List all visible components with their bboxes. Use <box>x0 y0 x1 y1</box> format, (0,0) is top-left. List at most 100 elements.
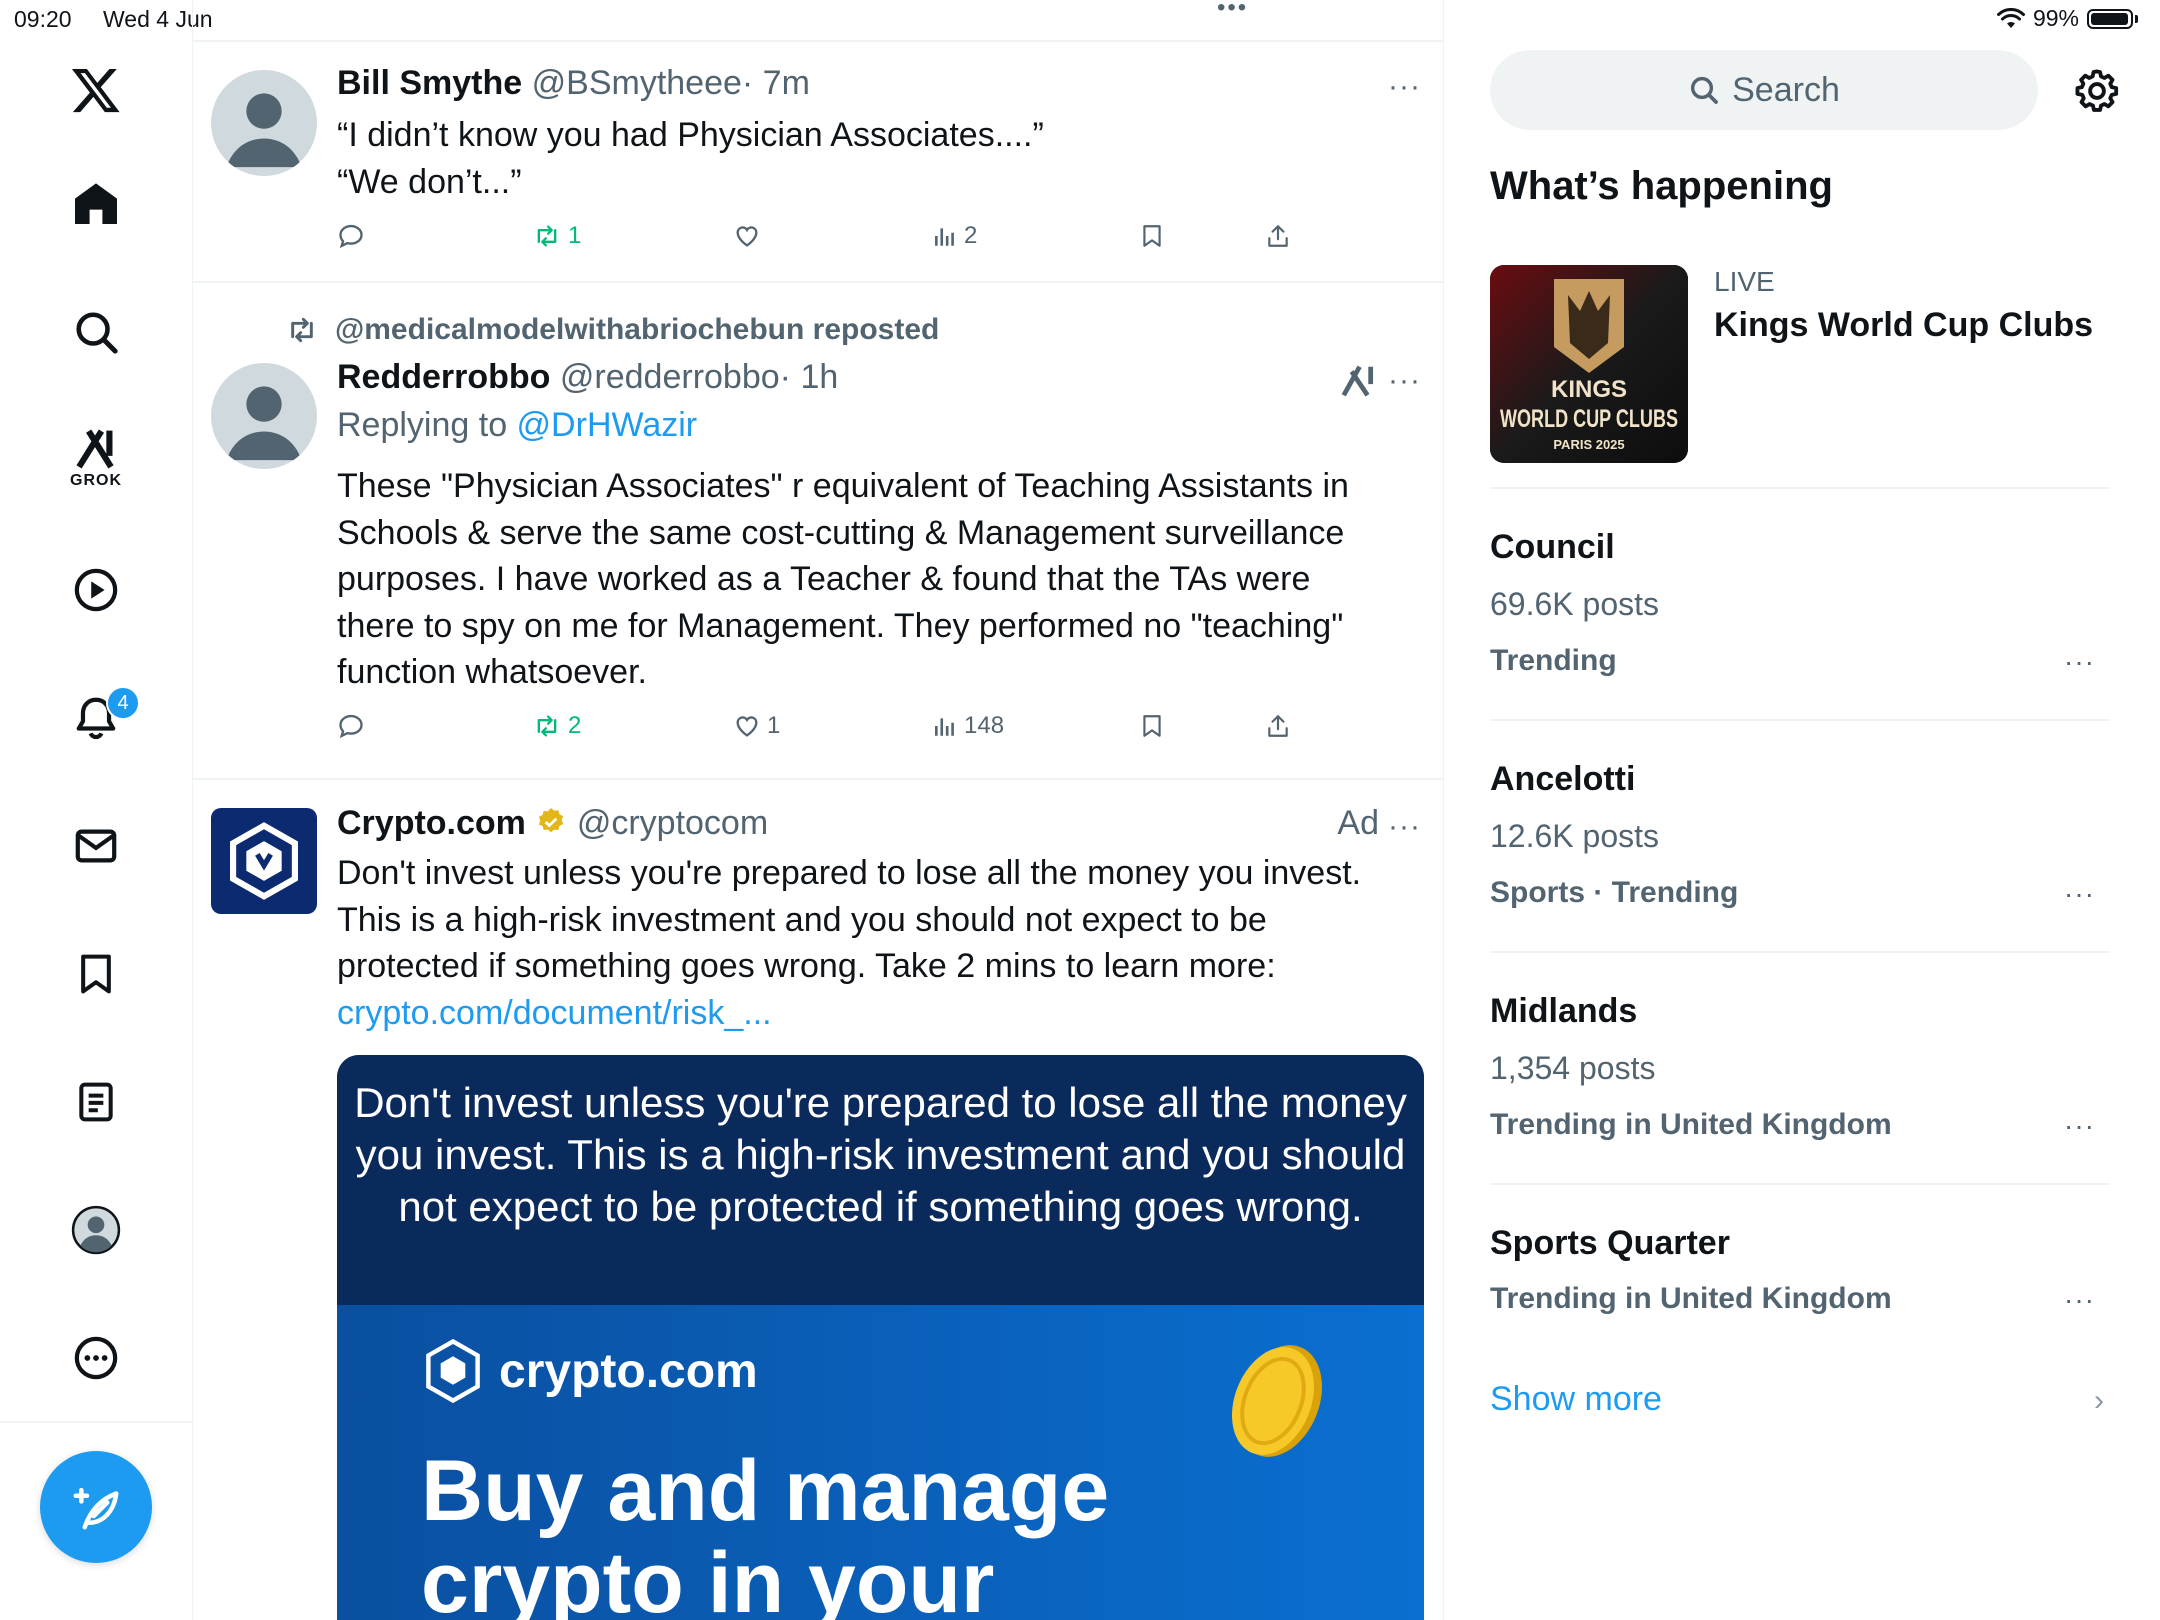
tweet-more-button[interactable]: ··· <box>1388 810 1421 844</box>
tweet-header: Crypto.com @cryptocom <box>337 804 768 843</box>
trend-category: Trending <box>1490 644 1617 677</box>
trend-posts: 12.6K posts <box>1490 818 1659 854</box>
side-nav: GROK 4 <box>0 0 193 1620</box>
tweet-text: “I didn’t know you had Physician Associa… <box>337 112 1397 205</box>
show-more-link[interactable]: Show more <box>1490 1380 1662 1419</box>
divider <box>193 40 1443 42</box>
tweet-header: Redderrobbo @redderrobbo· 1h <box>337 358 838 397</box>
trend-more-button[interactable]: ··· <box>2064 1284 2095 1316</box>
right-sidebar: Search What’s happening KINGS WORLD CUP … <box>1444 0 2160 1620</box>
avatar-icon[interactable] <box>56 1190 136 1270</box>
retweet-count: 2 <box>568 712 582 739</box>
compose-button[interactable] <box>40 1451 152 1563</box>
like-button[interactable] <box>733 222 761 250</box>
notifications-badge: 4 <box>106 686 140 720</box>
trend-posts: 69.6K posts <box>1490 586 1659 622</box>
retweet-icon <box>537 225 557 247</box>
avatar[interactable] <box>211 70 317 176</box>
views-button[interactable]: 148 <box>932 712 1004 740</box>
views-count: 148 <box>964 712 1005 739</box>
share-icon <box>1268 225 1288 247</box>
trend-more-button[interactable]: ··· <box>2064 646 2095 678</box>
retweet-button[interactable]: 2 <box>532 712 581 740</box>
trend-category: Sports · Trending <box>1490 876 1739 909</box>
mail-icon[interactable] <box>56 806 136 886</box>
crypto-logo-icon <box>426 1339 480 1403</box>
more-circle-icon[interactable] <box>56 1318 136 1398</box>
tweet-time: · 1h <box>779 358 839 396</box>
top-more-dots[interactable]: ••• <box>1217 0 1248 22</box>
heart-icon <box>736 716 758 737</box>
trend-posts: 1,354 posts <box>1490 1050 1656 1086</box>
repost-by[interactable]: @medicalmodelwithabriochebun reposted <box>335 313 939 347</box>
grok-glyph-icon <box>76 429 114 469</box>
grok-icon[interactable]: GROK <box>56 418 136 498</box>
share-button[interactable] <box>1265 712 1291 740</box>
trend-more-button[interactable]: ··· <box>2064 878 2095 910</box>
replying-handle[interactable]: @DrHWazir <box>517 406 698 444</box>
reply-button[interactable] <box>337 222 365 250</box>
author-name[interactable]: Crypto.com <box>337 804 526 842</box>
paris-text: PARIS 2025 <box>1553 437 1624 452</box>
views-button[interactable]: 2 <box>932 222 977 250</box>
tweet-more-button[interactable]: ··· <box>1388 364 1421 398</box>
bookmark-button[interactable] <box>1139 712 1165 740</box>
author-handle[interactable]: @redderrobbo <box>560 358 780 396</box>
previous-tweet-actions: ••• <box>337 0 1317 21</box>
trend-name: Council <box>1490 528 1615 566</box>
retweet-count: 1 <box>568 222 582 249</box>
tweet-actions: 2 1 148 <box>337 712 1317 752</box>
author-name[interactable]: Redderrobbo <box>337 358 550 396</box>
reply-button[interactable] <box>337 712 365 740</box>
x-logo-icon[interactable] <box>56 50 136 130</box>
live-title[interactable]: Kings World Cup Clubs <box>1714 306 2093 345</box>
advertiser-logo[interactable] <box>211 808 317 914</box>
tweet-text: These "Physician Associates" r equivalen… <box>337 467 1349 691</box>
tweet-text: Don't invest unless you're prepared to l… <box>337 850 1397 1036</box>
like-button[interactable]: 1 <box>733 712 780 740</box>
gear-icon[interactable] <box>2074 68 2120 114</box>
reply-icon <box>339 714 363 739</box>
author-name[interactable]: Bill Smythe <box>337 64 522 102</box>
live-label: LIVE <box>1714 266 1775 297</box>
ad-brand: crypto.com <box>423 1339 758 1403</box>
divider <box>1490 1183 2110 1185</box>
ad-link[interactable]: crypto.com/document/risk_... <box>337 994 772 1032</box>
tweet-more-button[interactable]: ··· <box>1388 70 1421 104</box>
search-input[interactable]: Search <box>1490 50 2038 130</box>
divider <box>193 778 1443 780</box>
kings-text: KINGS <box>1551 376 1627 403</box>
divider <box>1490 951 2110 953</box>
ad-label: Ad <box>1337 804 1379 842</box>
divider <box>1490 487 2110 489</box>
search-placeholder: Search <box>1732 70 1840 109</box>
ad-brand-name: crypto.com <box>499 1344 758 1398</box>
timeline: ••• Bill Smythe @BSmytheee· 7m ··· “I di… <box>193 0 1444 1620</box>
ad-warning-text: Don't invest unless you're prepared to l… <box>337 1055 1424 1305</box>
trend-category: Trending in United Kingdom <box>1490 1282 1892 1315</box>
trend-more-button[interactable]: ··· <box>2064 1110 2095 1142</box>
views-icon <box>935 718 954 736</box>
reply-icon <box>339 224 363 249</box>
video-icon[interactable] <box>56 550 136 630</box>
trend-category: Trending in United Kingdom <box>1490 1108 1892 1141</box>
retweet-button[interactable]: 1 <box>532 222 581 250</box>
retweet-icon <box>291 317 313 343</box>
bookmark-button[interactable] <box>1139 222 1165 250</box>
grok-explain-icon[interactable] <box>1339 362 1377 400</box>
author-handle[interactable]: @cryptocom <box>577 804 768 842</box>
author-handle[interactable]: @BSmytheee <box>532 64 742 102</box>
heart-icon <box>736 226 758 247</box>
bookmark-icon[interactable] <box>56 934 136 1014</box>
home-icon[interactable] <box>56 164 136 244</box>
ad-media-card[interactable]: Don't invest unless you're prepared to l… <box>337 1055 1424 1620</box>
search-icon[interactable] <box>56 292 136 372</box>
share-button[interactable] <box>1265 222 1291 250</box>
chevron-right-icon[interactable]: › <box>2094 1384 2104 1418</box>
divider <box>193 281 1443 283</box>
article-icon[interactable] <box>56 1062 136 1142</box>
replying-to: Replying to @DrHWazir <box>337 406 697 445</box>
avatar[interactable] <box>211 363 317 469</box>
wcc-text: WORLD CUP CLUBS <box>1500 405 1678 433</box>
trend-name: Midlands <box>1490 992 1638 1030</box>
